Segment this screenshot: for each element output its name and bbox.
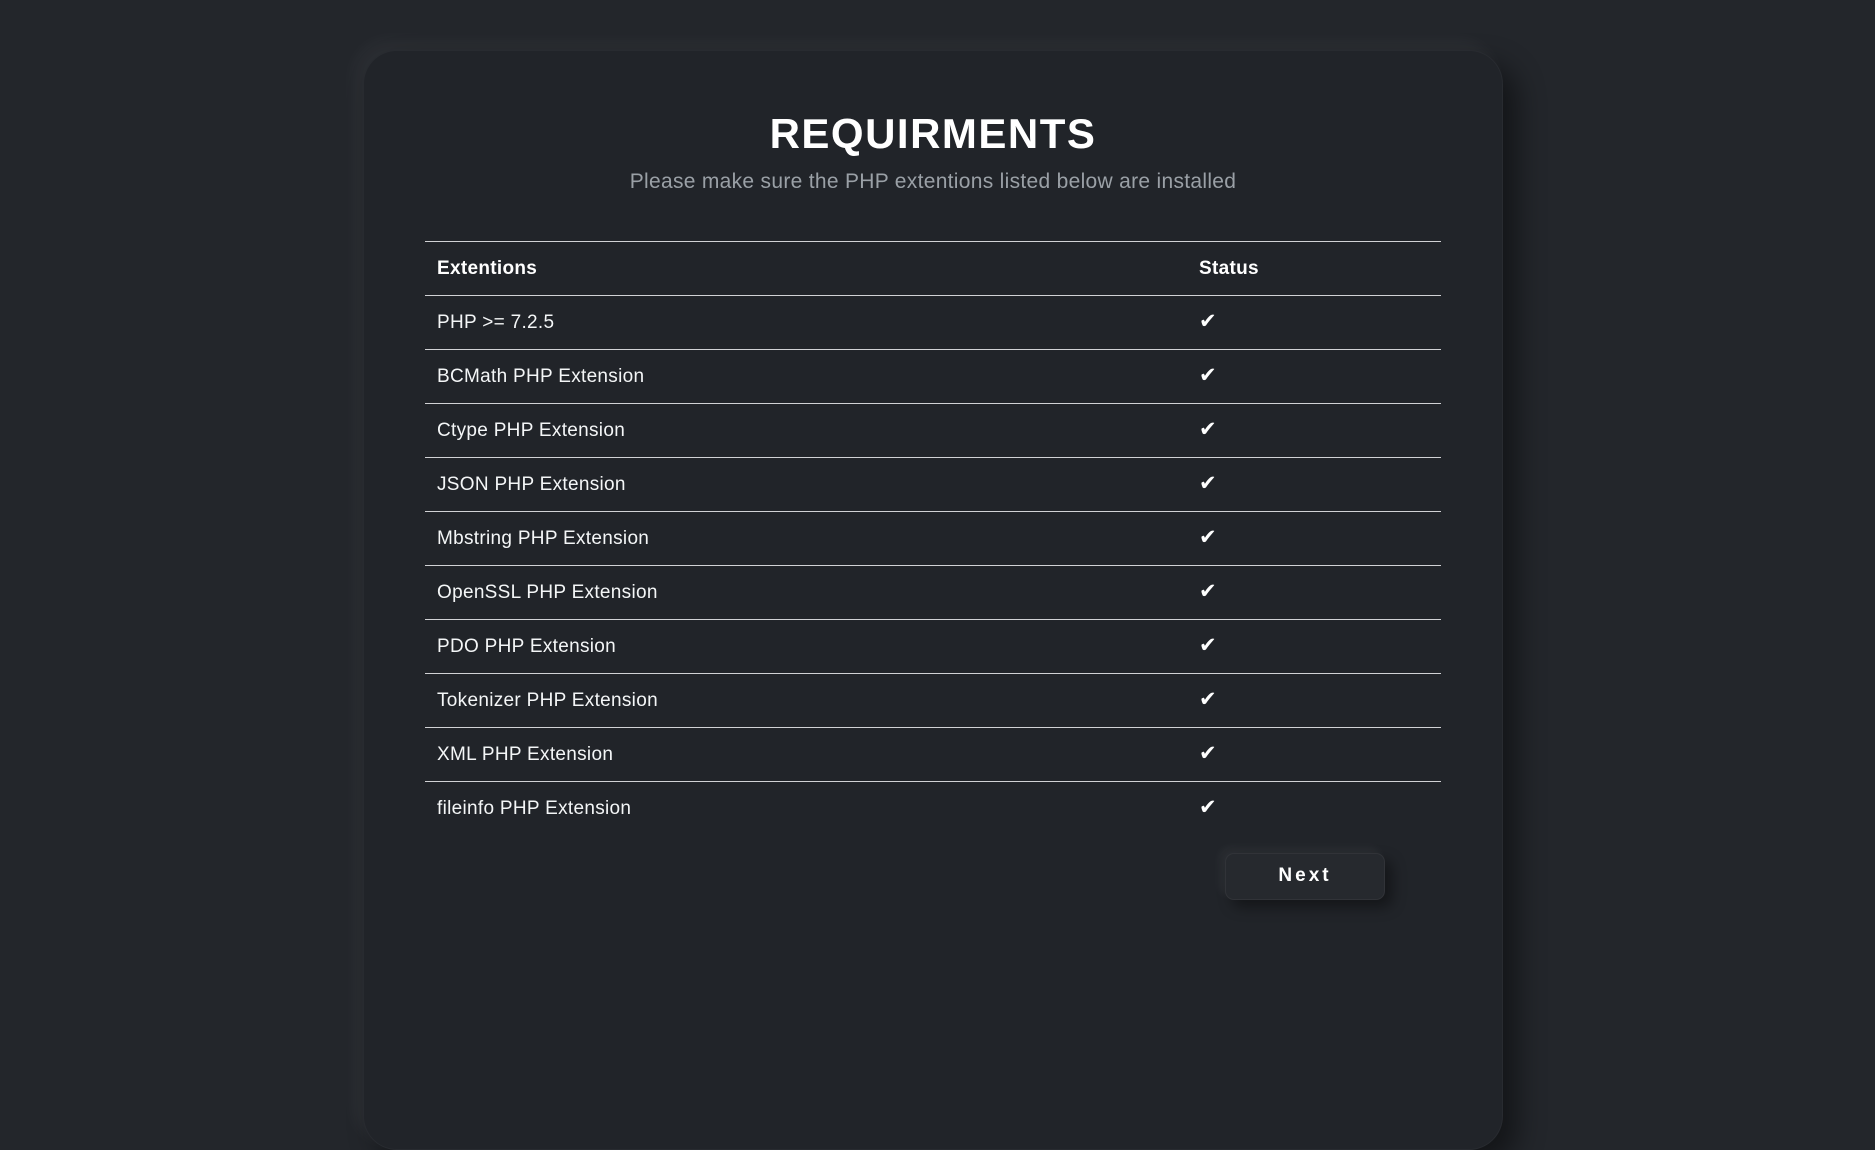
table-row: JSON PHP Extension ✔ [425,458,1441,512]
page-subtitle: Please make sure the PHP extentions list… [364,169,1502,195]
table-row: PDO PHP Extension ✔ [425,620,1441,674]
extension-name: BCMath PHP Extension [425,350,1187,404]
extension-name: OpenSSL PHP Extension [425,566,1187,620]
table-row: Ctype PHP Extension ✔ [425,404,1441,458]
table-row: fileinfo PHP Extension ✔ [425,782,1441,836]
check-icon: ✔ [1199,309,1217,333]
extension-name: Ctype PHP Extension [425,404,1187,458]
extension-name: JSON PHP Extension [425,458,1187,512]
extension-name: PDO PHP Extension [425,620,1187,674]
page-title: REQUIRMENTS [364,113,1502,155]
column-header-status: Status [1187,242,1441,296]
extension-name: XML PHP Extension [425,728,1187,782]
table-header-row: Extentions Status [425,242,1441,296]
check-icon: ✔ [1199,687,1217,711]
requirements-table: Extentions Status PHP >= 7.2.5 ✔ BCMath … [425,241,1441,836]
check-icon: ✔ [1199,633,1217,657]
check-icon: ✔ [1199,525,1217,549]
requirements-card: REQUIRMENTS Please make sure the PHP ext… [363,50,1503,1150]
extension-name: PHP >= 7.2.5 [425,296,1187,350]
table-row: BCMath PHP Extension ✔ [425,350,1441,404]
check-icon: ✔ [1199,579,1217,603]
button-row: Next [425,853,1385,900]
check-icon: ✔ [1199,795,1217,819]
table-row: Tokenizer PHP Extension ✔ [425,674,1441,728]
check-icon: ✔ [1199,471,1217,495]
table-row: XML PHP Extension ✔ [425,728,1441,782]
requirements-table-container: Extentions Status PHP >= 7.2.5 ✔ BCMath … [425,241,1441,900]
table-row: PHP >= 7.2.5 ✔ [425,296,1441,350]
next-button[interactable]: Next [1225,853,1385,900]
column-header-extensions: Extentions [425,242,1187,296]
check-icon: ✔ [1199,417,1217,441]
check-icon: ✔ [1199,363,1217,387]
extension-name: Mbstring PHP Extension [425,512,1187,566]
table-row: OpenSSL PHP Extension ✔ [425,566,1441,620]
table-row: Mbstring PHP Extension ✔ [425,512,1441,566]
check-icon: ✔ [1199,741,1217,765]
extension-name: Tokenizer PHP Extension [425,674,1187,728]
extension-name: fileinfo PHP Extension [425,782,1187,836]
